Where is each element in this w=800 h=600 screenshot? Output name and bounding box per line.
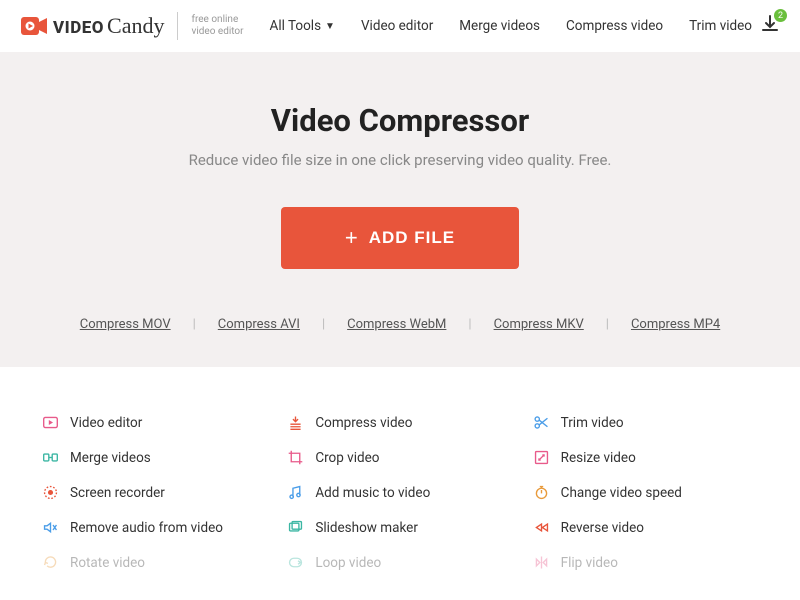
nav-merge-videos[interactable]: Merge videos [459, 18, 540, 34]
tool-trim-video[interactable]: Trim video [533, 407, 758, 438]
camera-icon [20, 16, 48, 36]
mute-icon [42, 519, 59, 536]
music-icon [287, 484, 304, 501]
link-compress-mp4[interactable]: Compress MP4 [609, 317, 742, 332]
logo-separator [177, 12, 178, 40]
chevron-down-icon: ▼ [325, 21, 335, 32]
tool-loop-video[interactable]: Loop video [287, 547, 512, 578]
logo-tagline: free onlinevideo editor [191, 14, 243, 38]
crop-icon [287, 449, 304, 466]
tool-add-music[interactable]: Add music to video [287, 477, 512, 508]
loop-icon [287, 554, 304, 571]
page-subtitle: Reduce video file size in one click pres… [20, 151, 780, 169]
logo-word-candy: Candy [107, 13, 164, 39]
stopwatch-icon [533, 484, 550, 501]
merge-icon [42, 449, 59, 466]
add-file-label: ADD FILE [369, 228, 455, 248]
scissors-icon [533, 414, 550, 431]
logo[interactable]: VIDEO Candy free onlinevideo editor [20, 12, 244, 40]
format-links: Compress MOV| Compress AVI| Compress Web… [20, 317, 780, 332]
nav-video-editor[interactable]: Video editor [361, 18, 433, 34]
rotate-icon [42, 554, 59, 571]
tool-compress-video[interactable]: Compress video [287, 407, 512, 438]
tool-rotate-video[interactable]: Rotate video [42, 547, 267, 578]
tools-grid: Video editor Compress video Trim video M… [0, 367, 800, 578]
record-icon [42, 484, 59, 501]
download-badge: 2 [774, 9, 787, 22]
main-nav: All Tools▼ Video editor Merge videos Com… [270, 18, 752, 34]
play-icon [42, 414, 59, 431]
tool-screen-recorder[interactable]: Screen recorder [42, 477, 267, 508]
link-compress-avi[interactable]: Compress AVI [196, 317, 322, 332]
tool-flip-video[interactable]: Flip video [533, 547, 758, 578]
nav-all-tools[interactable]: All Tools▼ [270, 18, 335, 34]
tool-change-speed[interactable]: Change video speed [533, 477, 758, 508]
add-file-button[interactable]: + ADD FILE [281, 207, 519, 269]
hero-section: Video Compressor Reduce video file size … [0, 52, 800, 367]
tool-merge-videos[interactable]: Merge videos [42, 442, 267, 473]
tool-reverse-video[interactable]: Reverse video [533, 512, 758, 543]
tool-remove-audio[interactable]: Remove audio from video [42, 512, 267, 543]
plus-icon: + [345, 225, 359, 251]
link-compress-webm[interactable]: Compress WebM [325, 317, 468, 332]
logo-word-video: VIDEO [53, 18, 104, 38]
resize-icon [533, 449, 550, 466]
tool-resize-video[interactable]: Resize video [533, 442, 758, 473]
nav-trim-video[interactable]: Trim video [689, 18, 752, 34]
compress-icon [287, 414, 304, 431]
rewind-icon [533, 519, 550, 536]
link-compress-mkv[interactable]: Compress MKV [472, 317, 606, 332]
tool-slideshow-maker[interactable]: Slideshow maker [287, 512, 512, 543]
tool-crop-video[interactable]: Crop video [287, 442, 512, 473]
slideshow-icon [287, 519, 304, 536]
link-compress-mov[interactable]: Compress MOV [58, 317, 193, 332]
tool-video-editor[interactable]: Video editor [42, 407, 267, 438]
flip-icon [533, 554, 550, 571]
page-title: Video Compressor [20, 102, 780, 139]
nav-compress-video[interactable]: Compress video [566, 18, 663, 34]
download-button[interactable]: 2 [760, 14, 780, 38]
